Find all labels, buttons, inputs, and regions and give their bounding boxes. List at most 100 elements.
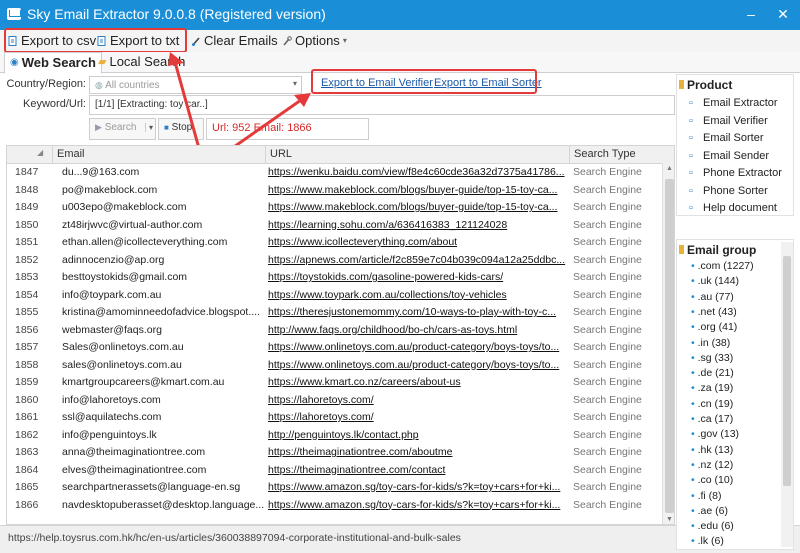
row-url[interactable]: https://www.icollecteverything.com/about [268, 236, 568, 248]
product-item[interactable]: ▫ Email Sorter [689, 132, 764, 144]
product-item[interactable]: ▫ Phone Extractor [689, 167, 782, 179]
row-url[interactable]: https://theimaginationtree.com/aboutme [268, 446, 568, 458]
email-group-item[interactable]: • .sg (33) [691, 352, 733, 364]
email-group-item[interactable]: • .za (19) [691, 382, 733, 394]
table-row[interactable]: 1859 kmartgroupcareers@kmart.com.au https:… [7, 374, 662, 392]
table-row[interactable]: 1855 kristina@amominneedofadvice.blogspot… [7, 304, 662, 322]
bullet-icon: • [691, 367, 698, 380]
product-icon: ▫ [689, 202, 693, 214]
row-number: 1850 [15, 218, 39, 231]
row-url[interactable]: https://www.amazon.sg/toy-cars-for-kids/… [268, 481, 568, 493]
table-row[interactable]: 1865 searchpartnerassets@language-en.sg ht… [7, 479, 662, 497]
table-row[interactable]: 1857 Sales@onlinetoys.com.au https://www.o… [7, 339, 662, 357]
email-group-item[interactable]: • .fi (8) [691, 490, 722, 502]
email-group-item[interactable]: • .nz (12) [691, 459, 733, 471]
row-url[interactable]: https://theimaginationtree.com/contact [268, 464, 568, 476]
row-url[interactable]: http://www.faqs.org/childhood/bo-ch/cars… [268, 324, 568, 336]
table-row[interactable]: 1864 elves@theimaginationtree.com https://… [7, 462, 662, 480]
row-url[interactable]: https://learning.sohu.com/a/636416383_12… [268, 219, 568, 231]
row-url[interactable]: https://www.toypark.com.au/collections/t… [268, 289, 568, 301]
table-row[interactable]: 1863 anna@theimaginationtree.com https://t… [7, 444, 662, 462]
col-email-header[interactable]: Email [57, 148, 85, 160]
table-row[interactable]: 1850 zt48irjwvc@virtual-author.com https:/… [7, 217, 662, 235]
email-group-item[interactable]: • .hk (13) [691, 444, 733, 456]
table-row[interactable]: 1866 navdesktopuberasset@desktop.language… [7, 497, 662, 515]
table-row[interactable]: 1862 info@penguintoys.lk http://penguintoy… [7, 427, 662, 445]
row-search-type: Search Engine [573, 201, 642, 213]
row-url[interactable]: https://wenku.baidu.com/view/f8e4c60cde3… [268, 166, 568, 178]
email-group-item[interactable]: • .au (77) [691, 291, 734, 303]
email-group-item[interactable]: • .cn (19) [691, 398, 733, 410]
col-url-header[interactable]: URL [270, 148, 292, 160]
scrollbar-thumb[interactable] [665, 179, 674, 513]
product-item-label: Email Sorter [703, 132, 764, 144]
row-url[interactable]: https://www.onlinetoys.com.au/product-ca… [268, 341, 568, 353]
row-url[interactable]: https://www.makeblock.com/blogs/buyer-gu… [268, 184, 568, 196]
vertical-scrollbar[interactable]: ▲ ▼ [662, 163, 674, 524]
table-row[interactable]: 1860 info@lahoretoys.com https://lahoretoy… [7, 392, 662, 410]
table-row[interactable]: 1854 info@toypark.com.au https://www.toypa… [7, 287, 662, 305]
row-url[interactable]: https://lahoretoys.com/ [268, 394, 568, 406]
scroll-down-icon[interactable]: ▼ [666, 516, 673, 523]
product-item[interactable]: ▫ Email Sender [689, 150, 769, 162]
bullet-icon: • [691, 443, 698, 456]
row-email: u003epo@makeblock.com [62, 201, 187, 213]
product-item[interactable]: ▫ Email Extractor [689, 97, 778, 109]
email-group-item[interactable]: • .edu (6) [691, 520, 734, 532]
product-item[interactable]: ▫ Phone Sorter [689, 185, 768, 197]
email-group-label: .gov (13) [697, 428, 740, 441]
sort-icon: ◢ [37, 148, 44, 157]
row-url[interactable]: https://www.amazon.sg/toy-cars-for-kids/… [268, 499, 568, 511]
row-url[interactable]: https://www.kmart.co.nz/careers/about-us [268, 376, 568, 388]
product-item[interactable]: ▫ Email Verifier [689, 115, 768, 127]
row-email: elves@theimaginationtree.com [62, 463, 207, 476]
row-url[interactable]: https://theresjustonemommy.com/10-ways-t… [268, 306, 568, 318]
row-search-type: Search Engine [573, 166, 642, 178]
row-url[interactable]: https://www.makeblock.com/blogs/buyer-gu… [268, 201, 568, 213]
row-email: webmaster@faqs.org [62, 323, 162, 336]
email-group-item[interactable]: • .net (43) [691, 306, 737, 318]
col-type-header[interactable]: Search Type [574, 148, 636, 160]
bullet-icon: • [691, 474, 698, 487]
row-email: info@toypark.com.au [62, 288, 162, 301]
row-url[interactable]: https://apnews.com/article/f2c859e7c04b0… [268, 254, 568, 266]
row-email: kmartgroupcareers@kmart.com.au [62, 376, 225, 388]
row-email: kristina@amominneedofadvice.blogspot.... [62, 306, 261, 318]
email-group-label: .in (38) [697, 336, 731, 349]
email-group-item[interactable]: • .ca (17) [691, 413, 733, 425]
email-group-item[interactable]: • .com (1227) [691, 260, 754, 272]
email-group-item[interactable]: • .uk (144) [691, 275, 739, 287]
row-url[interactable]: https://toystokids.com/gasoline-powered-… [268, 271, 568, 283]
table-row[interactable]: 1847 du...9@163.com https://wenku.baidu.co… [7, 164, 662, 182]
table-row[interactable]: 1856 webmaster@faqs.org http://www.faqs.or… [7, 322, 662, 340]
row-email: info@lahoretoys.com [62, 393, 161, 406]
email-group-label: .cn (19) [697, 397, 734, 410]
table-row[interactable]: 1848 po@makeblock.com https://www.makebloc… [7, 182, 662, 200]
table-row[interactable]: 1849 u003epo@makeblock.com https://www.mak… [7, 199, 662, 217]
table-row[interactable]: 1852 adinnocenzio@ap.org https://apnews.co… [7, 252, 662, 270]
table-row[interactable]: 1853 besttoystokids@gmail.com https://toys… [7, 269, 662, 287]
email-group-item[interactable]: • .gov (13) [691, 428, 739, 440]
table-row[interactable]: 1858 sales@onlinetoys.com.au https://www.o… [7, 357, 662, 375]
email-group-label: .nz (12) [697, 458, 734, 471]
product-item[interactable]: ▫ Help document [689, 202, 777, 214]
email-group-item[interactable]: • .de (21) [691, 367, 734, 379]
email-group-item[interactable]: • .co (10) [691, 474, 733, 486]
row-url[interactable]: http://penguintoys.lk/contact.php [268, 429, 568, 441]
table-row[interactable]: 1861 ssl@aquilatechs.com https://lahoretoy… [7, 409, 662, 427]
group-scrollbar-thumb[interactable] [783, 256, 791, 486]
scroll-up-icon[interactable]: ▲ [666, 165, 673, 172]
row-url[interactable]: https://www.onlinetoys.com.au/product-ca… [268, 359, 568, 371]
product-icon: ▫ [689, 114, 693, 127]
row-url[interactable]: https://lahoretoys.com/ [268, 411, 568, 423]
column-divider [52, 146, 53, 163]
table-row[interactable]: 1851 ethan.allen@icollecteverything.com ht… [7, 234, 662, 252]
email-group-item[interactable]: • .lk (6) [691, 535, 724, 547]
email-group-item[interactable]: • .in (38) [691, 337, 730, 349]
email-group-item[interactable]: • .org (41) [691, 321, 737, 333]
group-scrollbar[interactable] [781, 242, 793, 547]
email-group-title: Email group [687, 243, 757, 257]
product-item-label: Phone Extractor [703, 167, 782, 179]
email-group-item[interactable]: • .ae (6) [691, 505, 728, 517]
column-divider [265, 146, 266, 163]
